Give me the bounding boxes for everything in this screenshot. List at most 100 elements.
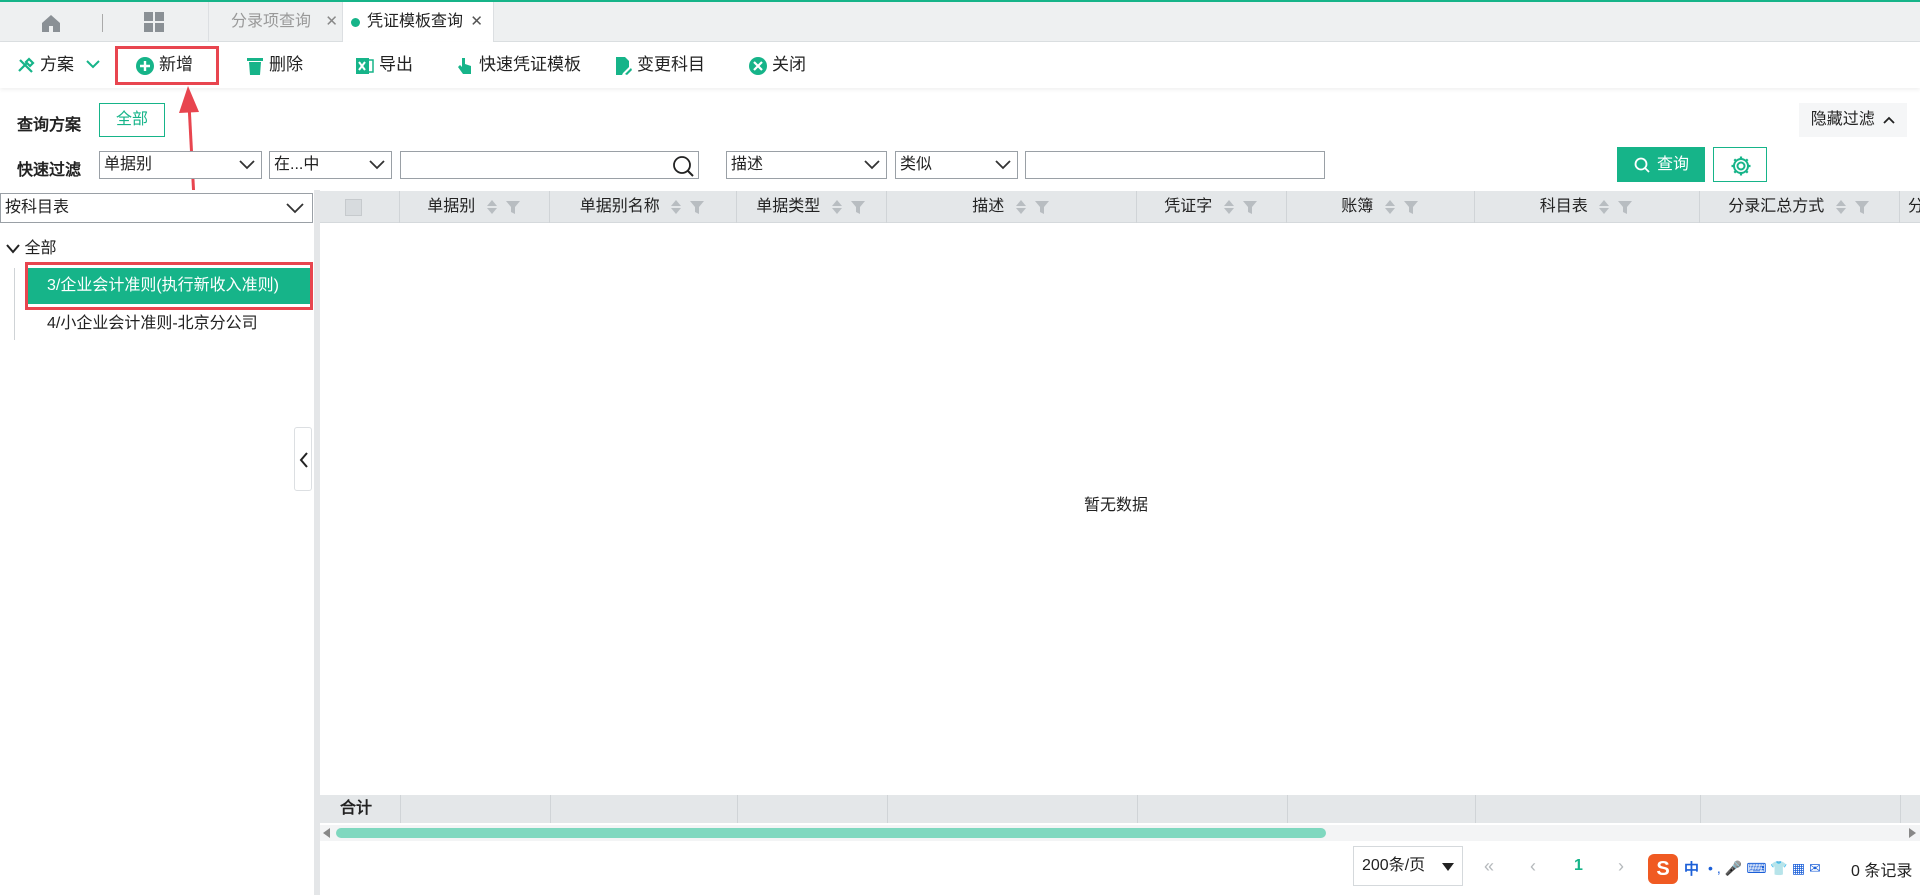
sort-filter-icon[interactable] <box>1835 199 1871 215</box>
column-header-ledger[interactable]: 账簿 <box>1287 191 1475 223</box>
sort-filter-icon[interactable] <box>1384 199 1420 215</box>
scroll-left-icon[interactable] <box>323 828 331 838</box>
scrollbar-thumb[interactable] <box>336 828 1326 838</box>
sort-filter-icon[interactable] <box>486 199 522 215</box>
ime-mode: 中 <box>1684 861 1700 878</box>
chevron-down-icon <box>369 160 385 170</box>
sort-filter-icon[interactable] <box>1223 199 1259 215</box>
filter-value-input-1[interactable] <box>400 151 699 179</box>
quick-template-button[interactable]: 快速凭证模板 <box>455 42 590 88</box>
footer-divider <box>1475 795 1476 823</box>
settings-button[interactable] <box>1713 147 1767 182</box>
chevron-down-icon[interactable] <box>6 244 20 254</box>
grid-header: 单据别 单据别名称 单据类型 描述 凭证字 账簿 科目表 分录汇总方式 分 <box>320 191 1920 223</box>
close-icon[interactable]: ✕ <box>325 2 338 42</box>
select-value: 描述 <box>731 156 764 173</box>
edit-document-icon <box>616 57 632 75</box>
quick-filter-label: 快速过滤 <box>17 162 82 179</box>
delete-button[interactable]: 删除 <box>245 42 315 88</box>
change-subject-button[interactable]: 变更科目 <box>613 42 713 88</box>
column-header-subject-table[interactable]: 科目表 <box>1475 191 1700 223</box>
select-value: 单据别 <box>104 156 153 173</box>
select-value: 类似 <box>900 156 933 173</box>
filter-field-select-2[interactable]: 描述 <box>726 151 887 179</box>
query-button[interactable]: 查询 <box>1617 147 1705 182</box>
active-dot-icon <box>351 18 360 27</box>
tools-icon <box>18 57 35 73</box>
select-all-column <box>320 191 400 223</box>
tree-root-node[interactable]: 全部 <box>6 236 56 262</box>
footer-divider <box>1900 795 1901 823</box>
column-header-bill-type[interactable]: 单据类型 <box>737 191 887 223</box>
column-label: 凭证字 <box>1164 198 1213 215</box>
column-header-doc-type[interactable]: 单据别 <box>400 191 550 223</box>
filter-operator-select-2[interactable]: 类似 <box>895 151 1018 179</box>
footer-divider <box>1287 795 1288 823</box>
first-page-icon[interactable]: « <box>1484 856 1494 877</box>
tab-entry-query[interactable]: 分录项查询 ✕ <box>208 2 342 42</box>
select-value: 按科目表 <box>5 199 70 216</box>
tab-voucher-template-query[interactable]: 凭证模板查询 ✕ <box>342 2 494 43</box>
tree-root-label: 全部 <box>24 240 57 257</box>
divider <box>102 14 103 32</box>
collapse-panel-button[interactable] <box>294 427 312 491</box>
filter-operator-select-1[interactable]: 在...中 <box>269 151 392 179</box>
prev-page-icon[interactable]: ‹ <box>1530 856 1536 877</box>
app-grid-icon[interactable] <box>143 11 165 33</box>
column-label: 账簿 <box>1341 198 1374 215</box>
select-value: 在...中 <box>274 156 320 173</box>
footer-divider <box>550 795 551 823</box>
page-size-value: 200条/页 <box>1362 857 1426 874</box>
page-size-select[interactable]: 200条/页 <box>1353 846 1463 886</box>
scheme-button[interactable]: 方案 <box>16 42 102 88</box>
footer-divider <box>400 795 401 823</box>
sort-filter-icon[interactable] <box>1598 199 1634 215</box>
sort-filter-icon[interactable] <box>831 199 867 215</box>
close-circle-icon <box>749 57 767 75</box>
ime-toolbar[interactable]: S 中 •,🎤⌨👕▦✉ <box>1648 854 1852 884</box>
hide-filter-button[interactable]: 隐藏过滤 <box>1799 103 1907 137</box>
tree-view-select[interactable]: 按科目表 <box>0 193 313 223</box>
tree-guide-line <box>14 268 15 340</box>
column-header-description[interactable]: 描述 <box>887 191 1137 223</box>
grid-footer: 合计 <box>320 795 1920 823</box>
tree-item-label: 4/小企业会计准则-北京分公司 <box>47 315 258 332</box>
column-header-entry-summary[interactable]: 分录汇总方式 <box>1700 191 1900 223</box>
scroll-right-icon[interactable] <box>1909 828 1917 838</box>
home-icon[interactable] <box>40 12 62 34</box>
column-header-voucher-word[interactable]: 凭证字 <box>1137 191 1287 223</box>
select-all-checkbox[interactable] <box>345 199 362 216</box>
filter-field-select-1[interactable]: 单据别 <box>99 151 262 179</box>
column-label: 单据类型 <box>756 198 821 215</box>
toolbar: 方案 新增 删除 导出 快速凭证模板 变更科目 关闭 <box>0 42 1920 88</box>
filter-value-input-2[interactable] <box>1025 151 1325 179</box>
export-label: 导出 <box>379 55 413 74</box>
close-button[interactable]: 关闭 <box>748 42 818 88</box>
highlight-box-tree-item <box>25 262 313 310</box>
data-grid: 单据别 单据别名称 单据类型 描述 凭证字 账簿 科目表 分录汇总方式 分 暂无… <box>320 191 1920 895</box>
hide-filter-label: 隐藏过滤 <box>1810 111 1875 128</box>
export-button[interactable]: 导出 <box>355 42 425 88</box>
sort-filter-icon[interactable] <box>1015 199 1051 215</box>
footer-divider <box>887 795 888 823</box>
empty-state-text: 暂无数据 <box>1084 497 1149 514</box>
tree-item-4[interactable]: 4/小企业会计准则-北京分公司 <box>28 306 313 342</box>
next-page-icon[interactable]: › <box>1618 856 1624 877</box>
scheme-all-button[interactable]: 全部 <box>99 103 165 137</box>
scheme-filter-label: 查询方案 <box>17 117 82 134</box>
horizontal-scrollbar[interactable] <box>320 825 1920 841</box>
footer-divider <box>737 795 738 823</box>
current-page[interactable]: 1 <box>1574 857 1583 875</box>
column-header-doc-type-name[interactable]: 单据别名称 <box>550 191 737 223</box>
close-label: 关闭 <box>772 55 806 74</box>
footer-divider <box>1137 795 1138 823</box>
scheme-label: 方案 <box>40 55 74 74</box>
caret-down-icon <box>1442 863 1454 871</box>
highlight-box-add <box>115 46 219 85</box>
search-icon[interactable] <box>672 155 694 177</box>
footer-divider <box>1700 795 1701 823</box>
close-icon[interactable]: ✕ <box>470 2 483 42</box>
column-header-partial[interactable]: 分 <box>1900 191 1920 223</box>
chevron-down-icon <box>995 160 1011 170</box>
sort-filter-icon[interactable] <box>670 199 706 215</box>
